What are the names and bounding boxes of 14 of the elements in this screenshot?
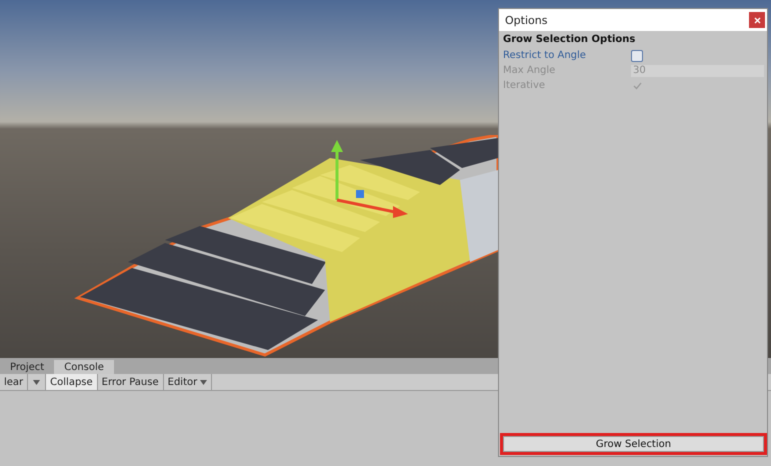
grow-selection-button[interactable]: Grow Selection [503, 436, 764, 452]
close-icon [754, 16, 760, 24]
panel-tab[interactable]: Project [0, 360, 54, 374]
toggle-button[interactable]: Collapse [46, 374, 98, 390]
section-heading: Grow Selection Options [503, 34, 636, 45]
caret-icon [200, 380, 208, 384]
caret-icon [33, 380, 40, 384]
panel-tab[interactable]: Console [54, 360, 114, 374]
field-label: Iterative [503, 80, 546, 91]
field-label: Max Angle [503, 65, 556, 76]
checkbox[interactable] [631, 50, 643, 62]
field-label: Restrict to Angle [503, 50, 587, 61]
window-title: Options [505, 14, 548, 26]
close-button[interactable] [749, 12, 765, 28]
